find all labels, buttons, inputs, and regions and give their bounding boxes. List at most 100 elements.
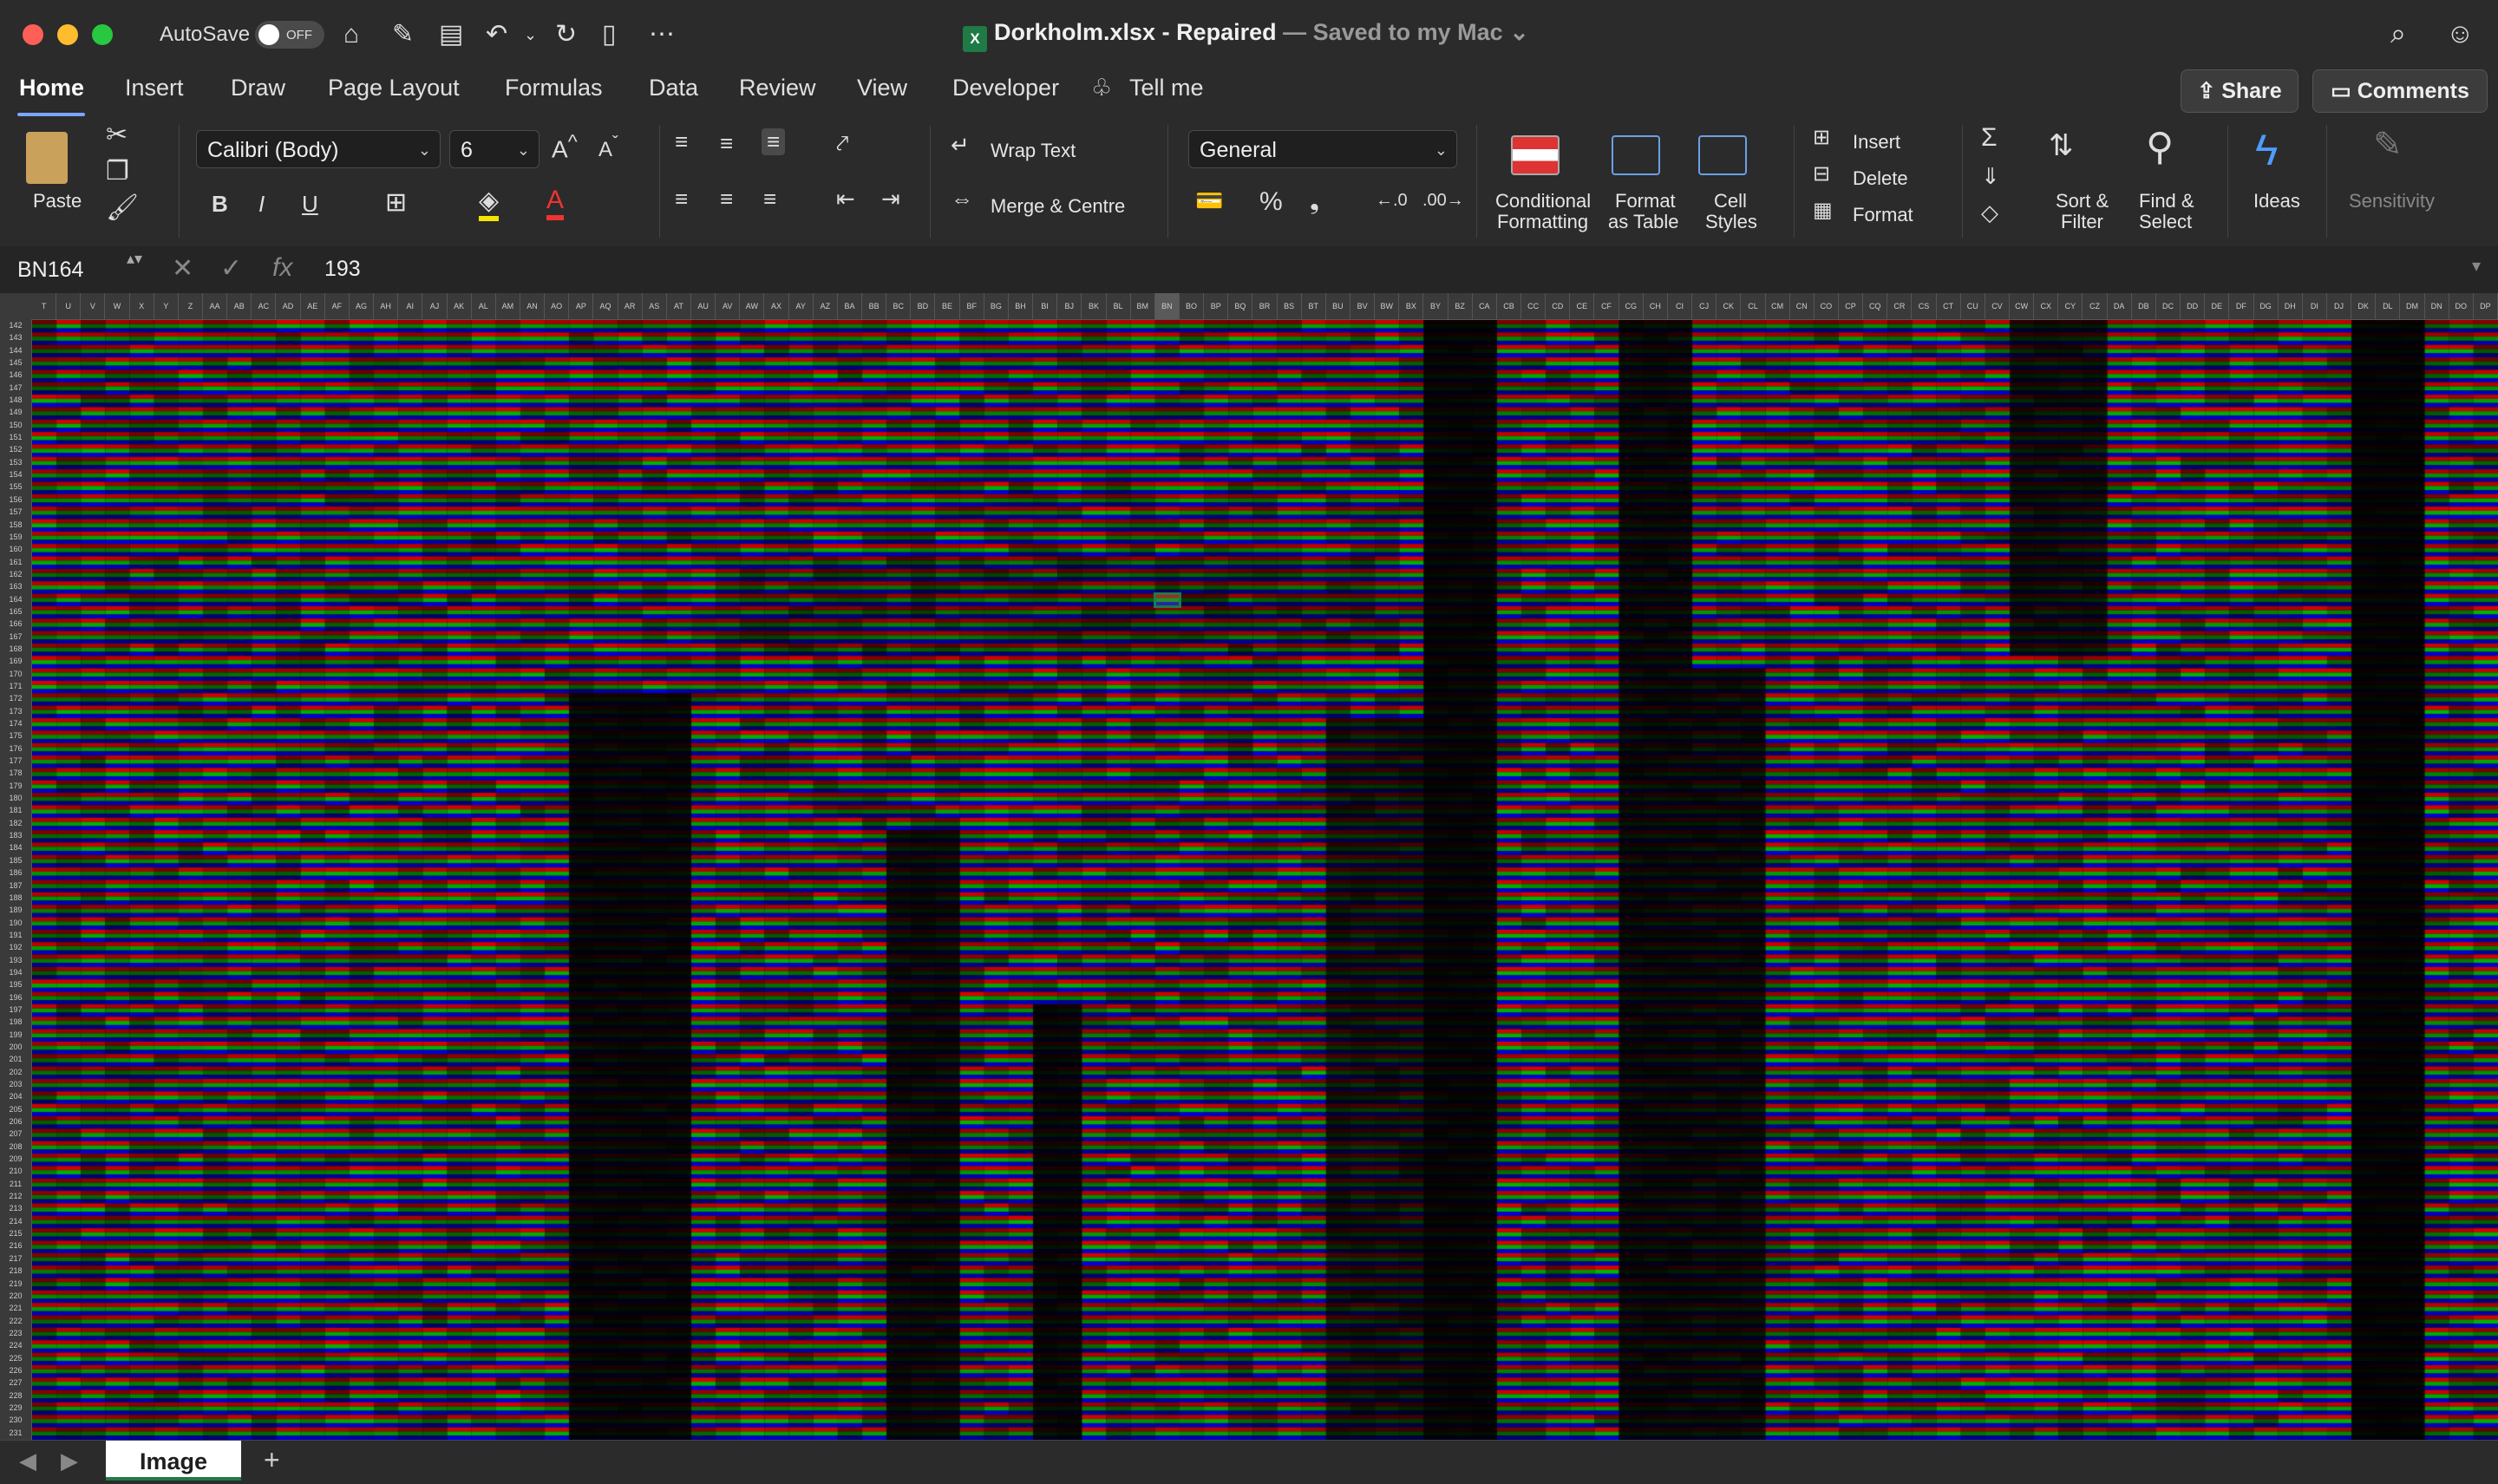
row-header[interactable]: 173	[0, 705, 31, 717]
row-header[interactable]: 208	[0, 1141, 31, 1153]
row-header[interactable]: 143	[0, 331, 31, 343]
column-header-t[interactable]: T	[32, 293, 57, 319]
format-cells-icon[interactable]: ▦	[1813, 198, 1833, 223]
column-header-dm[interactable]: DM	[2400, 293, 2425, 319]
row-header[interactable]: 157	[0, 506, 31, 518]
merge-centre-icon[interactable]: ⇔	[951, 186, 973, 212]
row-header[interactable]: 200	[0, 1041, 31, 1053]
align-bottom-icon[interactable]: ≡	[762, 128, 786, 155]
copy-icon[interactable]: ❐	[106, 156, 129, 186]
spreadsheet-grid[interactable]: T U V W X Y Z AA AB AC AD AE AF AG AH AI AJ AK AL AM AN AO AP A…	[0, 293, 2498, 1440]
selected-cell[interactable]	[1153, 592, 1181, 608]
undo-dropdown-icon[interactable]: ⌄	[524, 17, 537, 52]
cell-styles-label-2[interactable]: Styles	[1705, 212, 1757, 232]
row-header[interactable]: 181	[0, 804, 31, 816]
column-header-af[interactable]: AF	[325, 293, 350, 319]
column-header-au[interactable]: AU	[691, 293, 716, 319]
column-header-db[interactable]: DB	[2132, 293, 2156, 319]
column-header-cp[interactable]: CP	[1839, 293, 1864, 319]
save-icon[interactable]: ▤	[439, 17, 463, 52]
row-header[interactable]: 214	[0, 1215, 31, 1227]
column-header-cl[interactable]: CL	[1741, 293, 1766, 319]
row-header[interactable]: 171	[0, 680, 31, 692]
column-header-bv[interactable]: BV	[1350, 293, 1376, 319]
column-header-cy[interactable]: CY	[2058, 293, 2083, 319]
column-header-cj[interactable]: CJ	[1692, 293, 1717, 319]
merge-centre-button[interactable]: Merge & Centre	[991, 196, 1125, 217]
column-header-bl[interactable]: BL	[1107, 293, 1131, 319]
row-header[interactable]: 155	[0, 481, 31, 493]
column-header-ai[interactable]: AI	[398, 293, 423, 319]
column-header-ba[interactable]: BA	[838, 293, 863, 319]
underline-button[interactable]: U	[302, 191, 318, 218]
row-header[interactable]: 160	[0, 543, 31, 555]
row-header[interactable]: 194	[0, 966, 31, 978]
row-header[interactable]: 177	[0, 755, 31, 767]
row-header[interactable]: 187	[0, 879, 31, 892]
column-header-cn[interactable]: CN	[1790, 293, 1815, 319]
row-header[interactable]: 215	[0, 1227, 31, 1239]
column-header-bn[interactable]: BN	[1154, 293, 1180, 319]
column-header-bx[interactable]: BX	[1399, 293, 1424, 319]
column-header-al[interactable]: AL	[472, 293, 496, 319]
column-header-bz[interactable]: BZ	[1448, 293, 1473, 319]
row-header[interactable]: 147	[0, 382, 31, 394]
column-header-ca[interactable]: CA	[1473, 293, 1497, 319]
column-header-ah[interactable]: AH	[374, 293, 399, 319]
row-header[interactable]: 152	[0, 443, 31, 455]
row-header[interactable]: 179	[0, 780, 31, 792]
italic-button[interactable]: I	[258, 191, 265, 218]
row-header[interactable]: 217	[0, 1252, 31, 1265]
row-header[interactable]: 192	[0, 941, 31, 953]
row-header[interactable]: 213	[0, 1202, 31, 1214]
font-name-select[interactable]: Calibri (Body) ⌄	[196, 130, 441, 168]
column-header-dj[interactable]: DJ	[2327, 293, 2352, 319]
cancel-icon[interactable]: ✕	[172, 253, 193, 284]
column-header-v[interactable]: V	[81, 293, 106, 319]
wrap-text-button[interactable]: Wrap Text	[991, 141, 1076, 161]
decrease-decimal-icon[interactable]: .00→	[1422, 191, 1464, 211]
borders-icon[interactable]: ⊞	[385, 187, 407, 218]
format-as-table-label-2[interactable]: as Table	[1608, 212, 1679, 232]
increase-decimal-icon[interactable]: ←.0	[1376, 191, 1408, 211]
column-header-ao[interactable]: AO	[545, 293, 570, 319]
row-header[interactable]: 174	[0, 717, 31, 729]
row-header[interactable]: 164	[0, 593, 31, 605]
column-header-an[interactable]: AN	[520, 293, 546, 319]
comma-style-icon[interactable]: ❟	[1310, 187, 1319, 216]
row-header[interactable]: 193	[0, 954, 31, 966]
column-header-ap[interactable]: AP	[569, 293, 594, 319]
column-header-cv[interactable]: CV	[1985, 293, 2011, 319]
add-sheet-button[interactable]: +	[264, 1444, 280, 1476]
row-header[interactable]: 168	[0, 643, 31, 655]
increase-indent-icon[interactable]: ⇥	[881, 186, 900, 212]
column-header-ch[interactable]: CH	[1644, 293, 1668, 319]
tell-me-search[interactable]: Tell me	[1129, 75, 1204, 101]
column-header-ax[interactable]: AX	[764, 293, 789, 319]
row-header[interactable]: 224	[0, 1339, 31, 1351]
row-header[interactable]: 175	[0, 729, 31, 742]
column-header-cf[interactable]: CF	[1595, 293, 1619, 319]
cell-styles-icon[interactable]	[1698, 135, 1747, 175]
column-header-cm[interactable]: CM	[1766, 293, 1790, 319]
row-header[interactable]: 210	[0, 1165, 31, 1177]
undo-icon[interactable]: ↶	[486, 17, 507, 52]
formula-input[interactable]: 193	[324, 257, 361, 282]
row-header[interactable]: 227	[0, 1376, 31, 1389]
column-header-bj[interactable]: BJ	[1057, 293, 1082, 319]
accounting-format-icon[interactable]: 💳	[1195, 187, 1223, 214]
align-left-icon[interactable]: ≡	[675, 186, 688, 212]
row-header[interactable]: 142	[0, 319, 31, 331]
row-header[interactable]: 229	[0, 1402, 31, 1414]
column-header-ck[interactable]: CK	[1717, 293, 1742, 319]
row-header[interactable]: 153	[0, 456, 31, 468]
column-header-cd[interactable]: CD	[1546, 293, 1571, 319]
font-color-icon[interactable]: A	[546, 186, 565, 220]
number-format-select[interactable]: General ⌄	[1188, 130, 1457, 168]
row-header[interactable]: 184	[0, 841, 31, 853]
search-icon[interactable]: ⌕	[2390, 17, 2406, 50]
row-header[interactable]: 183	[0, 829, 31, 841]
column-header-aa[interactable]: AA	[203, 293, 228, 319]
align-right-icon[interactable]: ≡	[763, 186, 776, 212]
tab-developer[interactable]: Developer	[952, 75, 1059, 101]
